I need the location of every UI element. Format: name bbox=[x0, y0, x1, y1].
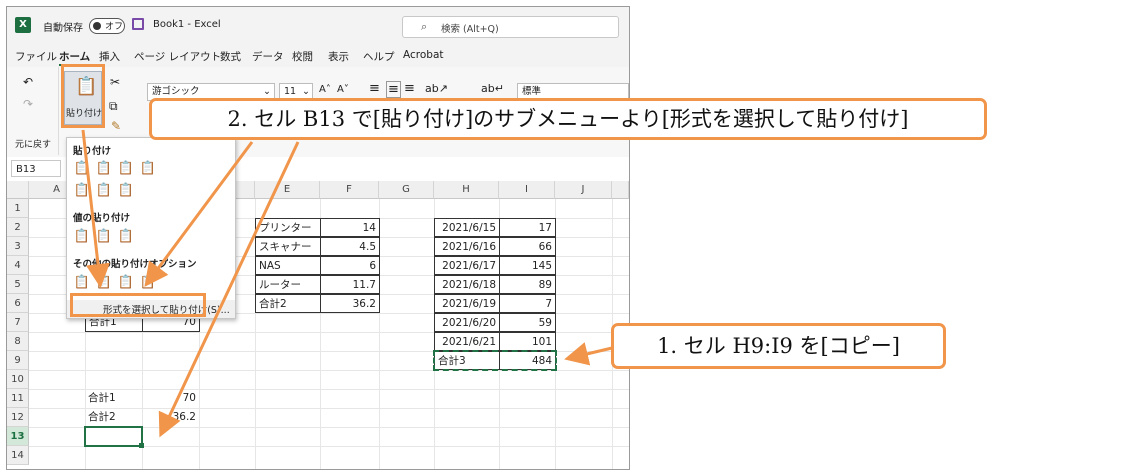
arrow-paste-to-special bbox=[81, 129, 110, 288]
step2-callout: 2. セル B13 で[貼り付け]のサブメニューより[形式を選択して貼り付け] bbox=[149, 98, 987, 140]
arrow-callout-to-special bbox=[144, 141, 254, 287]
step1-callout: 1. セル H9:I9 を[コピー] bbox=[611, 323, 946, 369]
arrow-callout-to-h9 bbox=[564, 342, 613, 366]
arrow-callout-to-b13 bbox=[158, 141, 300, 438]
annotation-arrows bbox=[81, 129, 613, 438]
